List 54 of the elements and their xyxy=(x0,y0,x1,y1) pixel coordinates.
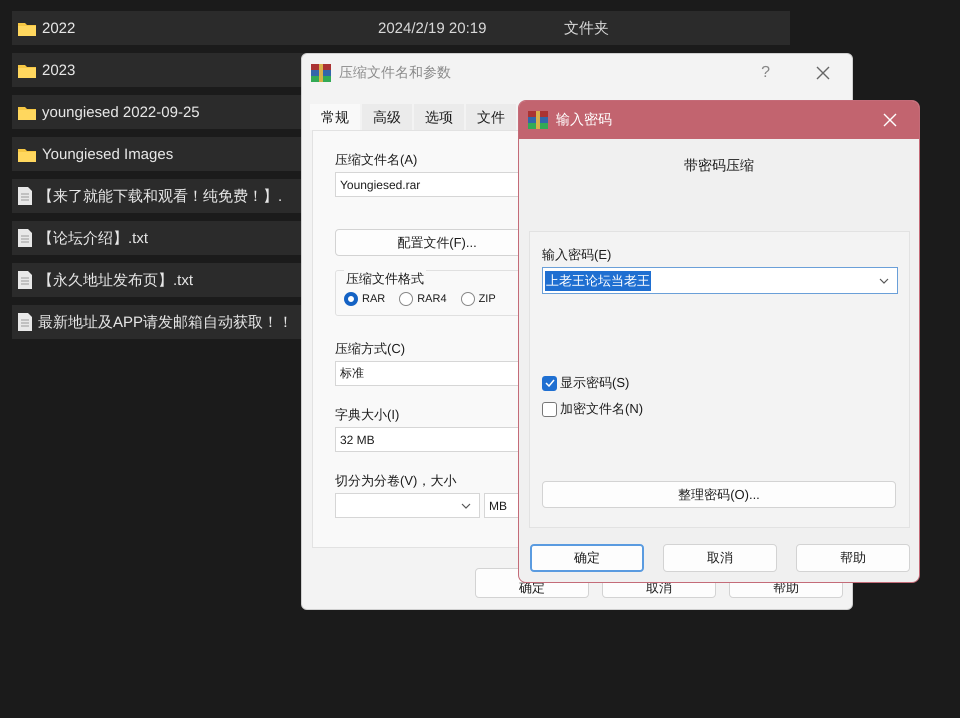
file-name: youngiesed 2022-09-25 xyxy=(42,104,200,120)
folder-icon xyxy=(18,62,36,78)
tab[interactable]: 选项 xyxy=(414,104,464,130)
file-date: 2024/2/19 20:19 xyxy=(378,20,488,36)
tab[interactable]: 高级 xyxy=(362,104,412,130)
window-title: 输入密码 xyxy=(556,111,613,129)
dialog-button[interactable]: 确定 xyxy=(530,544,644,572)
close-icon xyxy=(816,66,830,80)
radio-label: ZIP xyxy=(478,293,496,305)
tab[interactable]: 文件 xyxy=(466,104,516,130)
checkbox[interactable] xyxy=(542,402,557,416)
document-icon xyxy=(18,187,32,205)
radio-button[interactable] xyxy=(399,292,414,306)
field-label: 切分为分卷(V)，大小 xyxy=(335,472,456,490)
dialog-heading: 带密码压缩 xyxy=(683,157,755,175)
document-icon xyxy=(18,313,32,331)
books-icon xyxy=(311,64,331,82)
file-name: 【来了就能下载和观看！纯免费！】. xyxy=(38,186,282,206)
organize-passwords-button[interactable]: 整理密码(O)... xyxy=(542,481,896,508)
radio-label: RAR4 xyxy=(417,293,447,305)
radio-button[interactable] xyxy=(460,292,475,306)
close-icon xyxy=(883,113,897,127)
field-label: 输入密码(E) xyxy=(542,246,612,264)
checkbox-label: 显示密码(S) xyxy=(560,374,630,392)
file-name: Youngiesed Images xyxy=(42,146,174,162)
checkbox-label: 加密文件名(N) xyxy=(560,400,644,418)
folder-icon xyxy=(18,146,36,162)
dialog-button[interactable]: 取消 xyxy=(663,544,777,572)
field-label: 压缩文件名(A) xyxy=(335,151,418,169)
checkbox[interactable] xyxy=(542,376,557,390)
radio-button[interactable] xyxy=(344,292,358,306)
file-name: 【论坛介绍】.txt xyxy=(38,228,148,248)
folder-icon xyxy=(18,104,36,120)
file-name: 【永久地址发布页】.txt xyxy=(38,270,194,290)
tab[interactable]: 常规 xyxy=(310,104,360,130)
radio-label: RAR xyxy=(362,293,386,305)
document-icon xyxy=(18,229,32,247)
folder-icon xyxy=(18,20,36,36)
field-label: 字典大小(I) xyxy=(335,406,400,424)
dialog-button[interactable]: 帮助 xyxy=(796,544,910,572)
window-title: 压缩文件名和参数 xyxy=(339,64,452,82)
file-name: 2023 xyxy=(42,62,76,78)
chevron-icon xyxy=(461,502,471,508)
file-type: 文件夹 xyxy=(564,18,609,38)
document-icon xyxy=(18,271,32,289)
books-icon xyxy=(528,111,548,129)
check-icon xyxy=(544,379,554,387)
file-name: 最新地址及APP请发邮箱自动获取！！ xyxy=(38,312,294,332)
field-label: 压缩方式(C) xyxy=(335,340,406,358)
file-name: 2022 xyxy=(42,20,76,36)
password-field[interactable]: 上老王论坛当老王 xyxy=(542,267,898,294)
chevron-icon xyxy=(879,278,889,284)
file-row[interactable]: 2022 2024/2/19 20:19 文件夹 xyxy=(12,11,790,45)
group-label: 压缩文件格式 xyxy=(344,270,426,288)
